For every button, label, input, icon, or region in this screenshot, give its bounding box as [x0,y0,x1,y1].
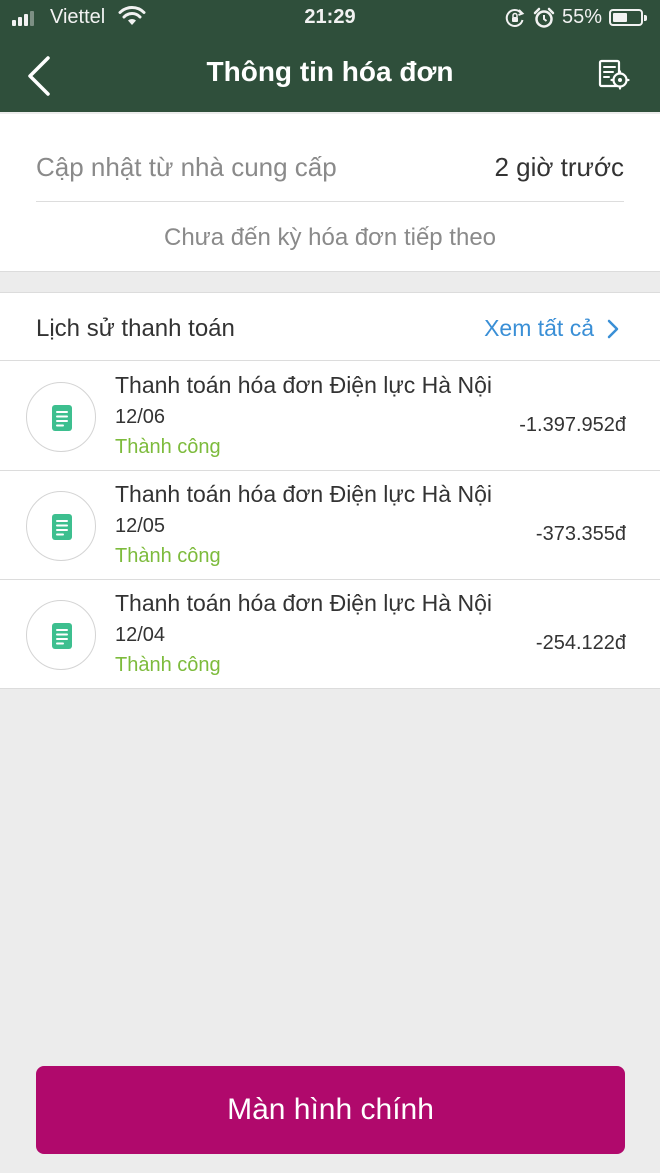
document-icon [52,405,72,431]
transaction-status: Thành công [115,545,221,567]
transaction-amount: -1.397.952đ [519,414,626,436]
transaction-status: Thành công [115,654,221,676]
transaction-row[interactable]: Thanh toán hóa đơn Điện lực Hà Nội 12/04… [0,580,660,689]
bill-info-card: Cập nhật từ nhà cung cấp 2 giờ trước Chư… [0,114,660,272]
payment-history-header: Lịch sử thanh toán Xem tất cả [0,293,660,361]
document-icon [52,623,72,649]
transaction-title: Thanh toán hóa đơn Điện lực Hà Nội [115,481,492,507]
home-screen-button[interactable]: Màn hình chính [36,1066,625,1154]
transaction-date: 12/04 [115,624,166,646]
clock: 21:29 [304,6,356,28]
transaction-amount: -373.355đ [535,523,626,545]
payment-history-title: Lịch sử thanh toán [36,315,235,342]
battery-percent: 55% [562,6,603,28]
transaction-icon-circle [26,382,96,452]
chevron-right-icon [607,319,619,338]
see-all-link[interactable]: Xem tất cả [484,315,620,342]
transaction-date: 12/05 [115,515,166,537]
provider-update-label: Cập nhật từ nhà cung cấp [36,152,337,182]
divider [36,201,624,202]
transaction-status: Thành công [115,436,221,458]
bill-settings-icon[interactable] [596,58,630,90]
next-bill-message: Chưa đến kỳ hóa đơn tiếp theo [163,224,497,251]
battery-level-fill [613,13,627,22]
transaction-title: Thanh toán hóa đơn Điện lực Hà Nội [115,590,492,616]
transaction-icon-circle [26,491,96,561]
transaction-title: Thanh toán hóa đơn Điện lực Hà Nội [115,372,492,398]
transaction-row[interactable]: Thanh toán hóa đơn Điện lực Hà Nội 12/06… [0,362,660,471]
document-icon [52,514,72,540]
page-title: Thông tin hóa đơn [206,56,454,87]
transaction-amount: -254.122đ [535,632,626,654]
battery-icon [609,9,647,26]
alarm-icon [533,7,555,28]
transaction-row[interactable]: Thanh toán hóa đơn Điện lực Hà Nội 12/05… [0,471,660,580]
transaction-date: 12/06 [115,406,166,428]
top-bar: Viettel 21:29 55% Thông tin hóa đơn [0,0,660,112]
payment-history-section: Lịch sử thanh toán Xem tất cả Thanh toán… [0,292,660,689]
provider-update-value: 2 giờ trước [494,152,624,182]
status-bar: Viettel 21:29 55% [0,0,660,38]
orientation-lock-icon [505,9,525,27]
transaction-icon-circle [26,600,96,670]
see-all-label: Xem tất cả [484,315,594,341]
